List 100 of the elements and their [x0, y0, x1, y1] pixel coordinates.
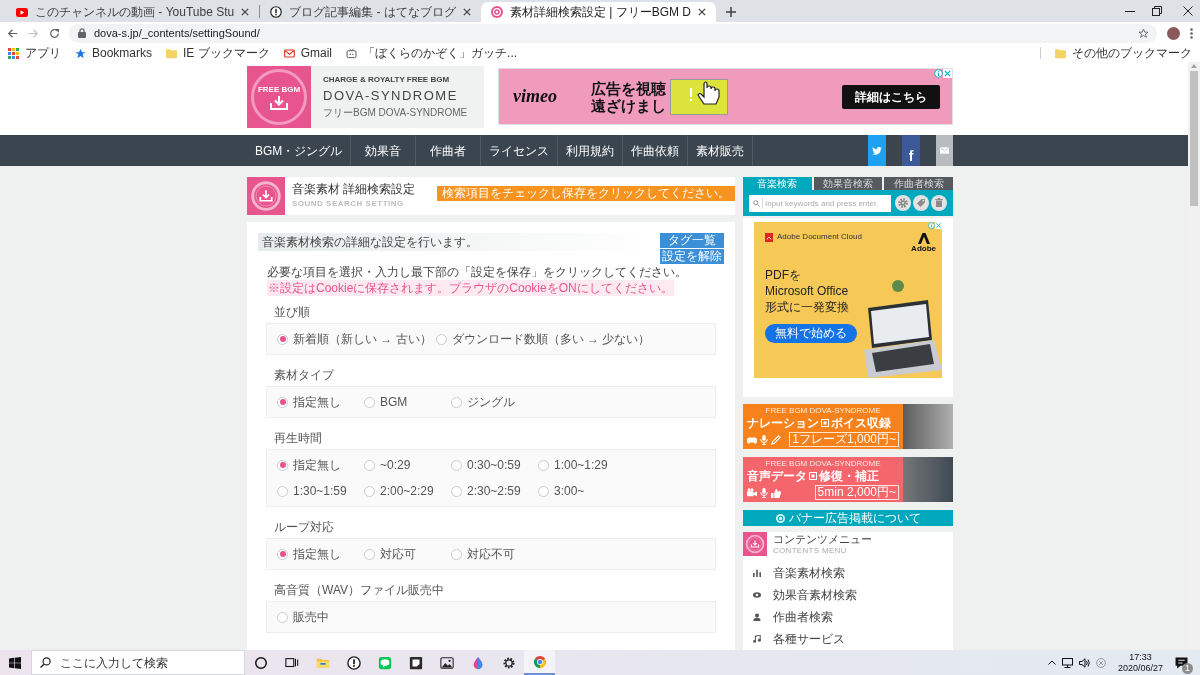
- menu-link[interactable]: 効果音素材検索: [753, 584, 953, 606]
- menu-link[interactable]: 作曲者検索: [753, 606, 953, 628]
- sidebar-ad[interactable]: Adobe Document Cloud Adobe PDFを Microsoft Office 形式に一発変換 無料で始める: [754, 222, 942, 378]
- menu-link[interactable]: 各種サービス: [753, 628, 953, 650]
- browser-tab[interactable]: ブログ記事編集 - はてなブログ: [260, 2, 481, 22]
- radio-button[interactable]: [435, 333, 447, 345]
- star-icon[interactable]: [1138, 27, 1149, 39]
- bookmark-item[interactable]: Gmail: [283, 45, 333, 61]
- scrollbar-thumb[interactable]: [1190, 71, 1198, 206]
- forward-arrow-icon[interactable]: [28, 27, 39, 39]
- radio-option[interactable]: 指定無し: [277, 394, 364, 410]
- radio-button[interactable]: [277, 485, 288, 497]
- bird-icon: [872, 146, 882, 155]
- radio-option[interactable]: 指定無し: [277, 457, 364, 473]
- windows-logo-icon[interactable]: [9, 656, 21, 669]
- gear-icon[interactable]: [895, 195, 911, 211]
- radio-option[interactable]: 指定無し: [277, 546, 364, 562]
- ad-cta-button[interactable]: 詳細はこちら: [842, 84, 940, 109]
- notification-icon[interactable]: [1175, 656, 1188, 669]
- close-icon[interactable]: [241, 8, 250, 16]
- taskbar-search[interactable]: ここに入力して検索: [31, 650, 245, 675]
- ad-cta-button[interactable]: 無料で始める: [765, 324, 857, 343]
- close-icon[interactable]: [462, 8, 471, 16]
- mail-button[interactable]: [936, 135, 953, 166]
- radio-button[interactable]: [364, 396, 375, 408]
- avatar-icon[interactable]: [1167, 26, 1180, 40]
- radio-option[interactable]: 対応可: [364, 546, 451, 562]
- radio-button[interactable]: [451, 396, 462, 408]
- radio-button[interactable]: [277, 333, 288, 345]
- radio-button[interactable]: [451, 459, 462, 471]
- radio-option[interactable]: 2:30~2:59: [451, 483, 538, 499]
- radio-button[interactable]: [364, 548, 375, 560]
- bookmark-item[interactable]: アプリ: [8, 45, 61, 61]
- reload-icon[interactable]: [49, 27, 60, 39]
- close-icon[interactable]: [697, 8, 706, 16]
- info-icon[interactable]: [934, 69, 943, 78]
- bookmark-item[interactable]: Bookmarks: [75, 45, 153, 61]
- radio-button[interactable]: [364, 459, 375, 471]
- volume-icon[interactable]: [1078, 657, 1090, 668]
- nav-link[interactable]: 素材販売: [688, 135, 754, 166]
- nav-link[interactable]: 利用規約: [558, 135, 624, 166]
- radio-button[interactable]: [364, 485, 375, 497]
- radio-option[interactable]: 新着順（新しい → 古い）: [277, 331, 436, 347]
- menu-link[interactable]: 音楽素材検索: [753, 562, 953, 584]
- nav-link[interactable]: BGM・ジングル: [247, 135, 352, 166]
- bookmark-item[interactable]: 「ぼくらのかぞく」ガッチ...: [346, 45, 518, 61]
- radio-option[interactable]: 0:30~0:59: [451, 457, 538, 473]
- tag-icon[interactable]: [913, 195, 929, 211]
- search-icon: [40, 657, 51, 668]
- plus-icon[interactable]: [725, 7, 736, 17]
- info-icon[interactable]: [928, 222, 935, 229]
- close-circle-icon[interactable]: [1095, 657, 1106, 668]
- radio-button[interactable]: [538, 485, 549, 497]
- radio-button[interactable]: [451, 485, 462, 497]
- radio-option[interactable]: ダウンロード数順（多い → 少ない）: [435, 331, 655, 347]
- ad-headline: PDFを Microsoft Office 形式に一発変換: [765, 267, 849, 315]
- menu-subtitle: CONTENTS MENU: [773, 546, 848, 556]
- radio-button[interactable]: [538, 459, 549, 471]
- restore-icon[interactable]: [1152, 6, 1162, 16]
- search-tab[interactable]: 作曲者検索: [884, 177, 953, 190]
- bookmark-item[interactable]: IE ブックマーク: [166, 45, 270, 61]
- close-icon[interactable]: [1183, 6, 1193, 16]
- logo-icon: [917, 233, 930, 244]
- network-icon[interactable]: [1061, 657, 1073, 668]
- nav-link[interactable]: 作曲依頼: [623, 135, 689, 166]
- nav-link[interactable]: 効果音: [351, 135, 417, 166]
- radio-button[interactable]: [277, 548, 288, 560]
- clock-date[interactable]: 2020/06/27: [1117, 662, 1163, 674]
- radio-option[interactable]: ~0:29: [364, 457, 451, 473]
- radio-option[interactable]: 2:00~2:29: [364, 483, 451, 499]
- browser-tab[interactable]: このチャンネルの動画 - YouTube Stu: [6, 2, 260, 22]
- radio-button[interactable]: [451, 548, 462, 560]
- radio-button[interactable]: [277, 396, 288, 408]
- lock-icon: [78, 28, 86, 38]
- radio-option[interactable]: ジングル: [451, 394, 538, 410]
- twitter-button[interactable]: [868, 135, 886, 166]
- radio-option[interactable]: 販売中: [277, 609, 364, 625]
- search-field[interactable]: Input keywords and press enter.: [749, 194, 891, 212]
- radio-button[interactable]: [277, 611, 288, 623]
- radio-option[interactable]: 対応不可: [451, 546, 538, 562]
- radio-option[interactable]: 1:30~1:59: [277, 483, 364, 499]
- nav-link[interactable]: ライセンス: [481, 135, 559, 166]
- radio-option[interactable]: 3:00~: [538, 483, 625, 499]
- address-field[interactable]: dova-s.jp/_contents/settingSound/: [69, 23, 1157, 43]
- nav-link[interactable]: 作曲者: [416, 135, 482, 166]
- arrow-up-icon[interactable]: [1191, 64, 1197, 68]
- bookmark-folder[interactable]: その他のブックマーク: [1055, 45, 1192, 61]
- radio-button[interactable]: [277, 459, 288, 471]
- browser-tab[interactable]: 素材詳細検索設定 | フリーBGM D: [480, 2, 716, 22]
- radio-option[interactable]: 1:00~1:29: [538, 457, 625, 473]
- chevron-up-icon[interactable]: [1047, 660, 1056, 665]
- search-tab[interactable]: 効果音検索: [813, 177, 883, 190]
- photo-placeholder: [903, 404, 953, 449]
- radio-option[interactable]: BGM: [364, 394, 451, 410]
- trash-icon[interactable]: [931, 195, 947, 211]
- header-ad[interactable]: vimeo 広告を視聴 遠ざけまし 詳細はこちら: [498, 68, 953, 125]
- back-arrow-icon[interactable]: [7, 27, 18, 39]
- more-icon[interactable]: [1190, 27, 1193, 39]
- clock-time[interactable]: 17:33: [1129, 651, 1152, 663]
- facebook-button[interactable]: f: [902, 135, 920, 166]
